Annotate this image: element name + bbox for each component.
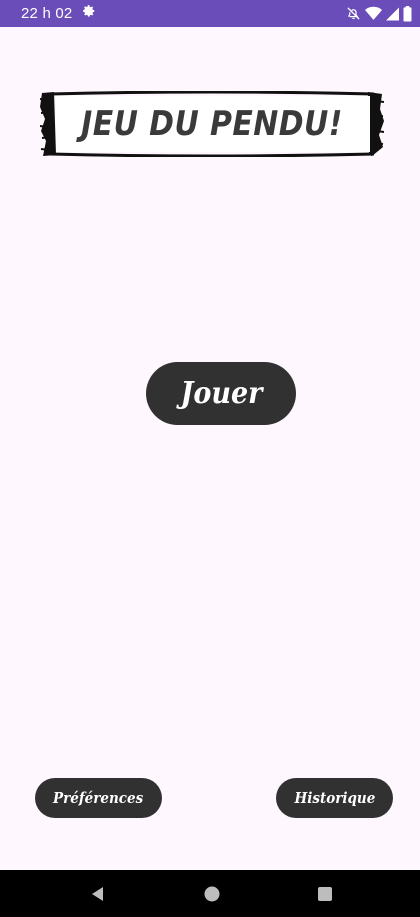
history-button-label: Historique: [294, 789, 375, 807]
signal-icon: [386, 7, 399, 21]
history-button[interactable]: Historique: [276, 778, 393, 818]
status-left: 22 h 02: [21, 4, 96, 23]
home-icon[interactable]: [198, 880, 226, 908]
wifi-icon: [365, 6, 382, 21]
notifications-off-icon: [346, 6, 361, 21]
settings-icon: [82, 4, 96, 23]
status-right: [346, 5, 412, 22]
app-screen: JEU DU PENDU! Jouer Préférences Historiq…: [0, 27, 420, 870]
app-title: JEU DU PENDU!: [81, 104, 343, 144]
title-banner: JEU DU PENDU!: [40, 91, 384, 157]
recents-icon[interactable]: [311, 880, 339, 908]
status-clock: 22 h 02: [21, 5, 73, 22]
back-icon[interactable]: [84, 880, 112, 908]
navigation-bar: [0, 870, 420, 917]
preferences-button-label: Préférences: [53, 789, 144, 807]
play-button-label: Jouer: [180, 376, 262, 411]
preferences-button[interactable]: Préférences: [35, 778, 162, 818]
status-bar: 22 h 02: [0, 0, 420, 27]
battery-icon: [403, 5, 412, 22]
play-button[interactable]: Jouer: [146, 362, 296, 425]
